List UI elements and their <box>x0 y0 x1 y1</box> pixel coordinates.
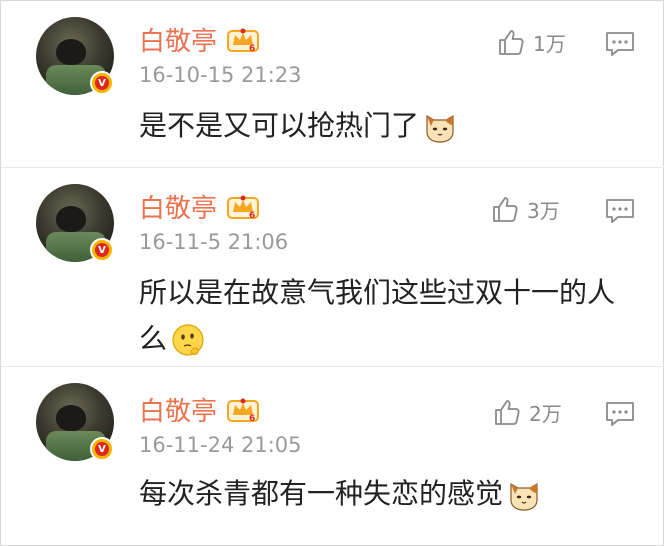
thumbs-up-icon <box>495 400 520 425</box>
timestamp: 16-11-24 21:05 <box>139 433 302 457</box>
comment-item: V 白敬亭 6 16-11-5 21:06 3万 所以是在故意气我们这些过双十一… <box>1 168 664 367</box>
like-button[interactable]: 3万 <box>491 194 560 224</box>
verified-badge-icon: V <box>90 238 114 262</box>
like-count: 2万 <box>529 401 562 426</box>
comment-text-content: 是不是又可以抢热门了 <box>139 109 420 142</box>
comment-item: V 白敬亭 6 16-10-15 21:23 1万 是不是又可以抢热门了 <box>1 1 664 168</box>
comment-item: V 白敬亭 6 16-11-24 21:05 2万 每次杀青都有一种失恋的感觉 <box>1 367 664 545</box>
comment-text: 所以是在故意气我们这些过双十一的人么 <box>139 270 629 362</box>
thumbs-up-icon <box>493 197 518 222</box>
verified-badge-icon: V <box>90 71 114 95</box>
svg-text:6: 6 <box>249 211 255 220</box>
username[interactable]: 白敬亭 <box>139 391 217 428</box>
verified-badge-icon: V <box>90 437 114 461</box>
comment-icon[interactable] <box>605 198 635 224</box>
vip-crown-icon: 6 <box>227 398 259 423</box>
svg-text:6: 6 <box>249 44 255 53</box>
comment-text-content: 每次杀青都有一种失恋的感觉 <box>139 477 504 510</box>
cat-face-icon <box>510 482 538 511</box>
username[interactable]: 白敬亭 <box>139 188 217 225</box>
comment-icon[interactable] <box>605 31 635 57</box>
like-count: 1万 <box>533 31 566 56</box>
svg-text:6: 6 <box>249 414 255 423</box>
avatar[interactable]: V <box>36 184 114 262</box>
comment-list: V 白敬亭 6 16-10-15 21:23 1万 是不是又可以抢热门了 V 白… <box>0 0 664 546</box>
comment-text-content: 所以是在故意气我们这些过双十一的人么 <box>139 276 616 355</box>
like-button[interactable]: 1万 <box>497 27 566 57</box>
like-count: 3万 <box>527 198 560 223</box>
username[interactable]: 白敬亭 <box>139 21 217 58</box>
thumbs-up-icon <box>499 30 524 55</box>
comment-text: 是不是又可以抢热门了 <box>139 103 639 149</box>
comment-icon[interactable] <box>605 401 635 427</box>
comment-text: 每次杀青都有一种失恋的感觉 <box>139 471 639 517</box>
vip-crown-icon: 6 <box>227 28 259 53</box>
avatar[interactable]: V <box>36 383 114 461</box>
thinking-face-icon <box>172 324 204 356</box>
vip-crown-icon: 6 <box>227 195 259 220</box>
cat-face-icon <box>426 114 454 143</box>
timestamp: 16-10-15 21:23 <box>139 63 302 87</box>
like-button[interactable]: 2万 <box>493 397 562 427</box>
avatar[interactable]: V <box>36 17 114 95</box>
timestamp: 16-11-5 21:06 <box>139 230 289 254</box>
